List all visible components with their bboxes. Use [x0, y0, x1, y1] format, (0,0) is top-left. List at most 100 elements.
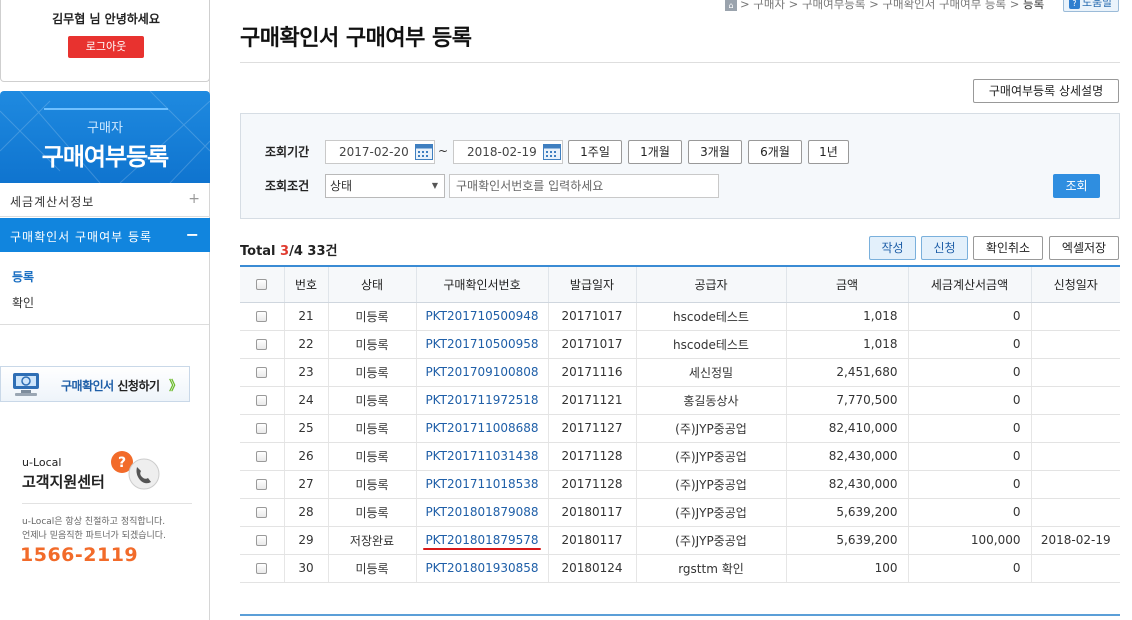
row-checkbox[interactable] — [240, 302, 285, 331]
excel-save-button[interactable]: 엑셀저장 — [1049, 236, 1119, 260]
apply-banner-text: 구매확인서 신청하기 — [61, 379, 160, 393]
cell-doc-number-link[interactable]: PKT201801930858 — [416, 554, 549, 583]
cell-doc-number-link[interactable]: PKT201801879088 — [416, 498, 549, 527]
condition-select[interactable]: 상태 ▼ — [325, 174, 445, 198]
period-6month-button[interactable]: 6개월 — [748, 140, 802, 164]
double-arrow-icon: 》 — [169, 379, 183, 394]
cell-doc-number-link[interactable]: PKT201711018538 — [416, 470, 549, 499]
divider — [22, 503, 192, 504]
collapse-icon[interactable]: − — [186, 225, 199, 244]
apply-button[interactable]: 신청 — [921, 236, 968, 260]
cell-no: 27 — [284, 470, 329, 499]
submenu-register[interactable]: 등록 — [12, 268, 34, 285]
row-checkbox[interactable] — [240, 414, 285, 443]
checkbox[interactable] — [256, 507, 268, 518]
checkbox[interactable] — [256, 311, 268, 322]
table-row[interactable]: 26 미등록 PKT201711031438 20171128 (주)JYP중공업 82,… — [240, 442, 1120, 471]
help-button[interactable]: ? 도움말 — [1063, 0, 1119, 12]
support-phone-number: 1566-2119 — [20, 544, 139, 566]
row-checkbox[interactable] — [240, 442, 285, 471]
chevron-down-icon: ▼ — [431, 181, 438, 190]
table-row[interactable]: 22 미등록 PKT201710500958 20171017 hscode테스트 1,0… — [240, 330, 1120, 359]
apply-purchase-confirm-banner[interactable]: 구매확인서 신청하기 》 — [0, 366, 190, 402]
table-row[interactable]: 30 미등록 PKT201801930858 20180124 rgsttm 확인 100… — [240, 554, 1120, 583]
cell-doc-number-link[interactable]: PKT201710500958 — [416, 330, 549, 359]
cell-supplier: (주)JYP중공업 — [636, 442, 787, 471]
row-checkbox[interactable] — [240, 554, 285, 583]
checkbox[interactable] — [256, 423, 268, 434]
checkbox[interactable] — [256, 279, 268, 291]
checkbox[interactable] — [256, 479, 268, 490]
cell-doc-number-link[interactable]: PKT201711972518 — [416, 386, 549, 415]
checkbox[interactable] — [256, 367, 268, 378]
cell-tax-amount: 0 — [908, 302, 1032, 331]
support-brand: u-Local — [22, 456, 62, 469]
row-checkbox[interactable] — [240, 330, 285, 359]
breadcrumb-path: > 구매자 > 구매여부등록 > 구매확인서 구매여부 등록 > — [740, 0, 1024, 11]
calendar-icon[interactable] — [415, 143, 433, 160]
table-row[interactable]: 23 미등록 PKT201709100808 20171116 세신정밀 2,451,68… — [240, 358, 1120, 387]
cell-tax-amount: 0 — [908, 330, 1032, 359]
login-box: 김무협 님 안녕하세요 로그아웃 — [0, 0, 210, 82]
expand-icon[interactable]: + — [188, 191, 200, 207]
home-icon[interactable]: ⌂ — [725, 0, 737, 11]
cell-status: 저장완료 — [328, 526, 417, 555]
table-row[interactable]: 24 미등록 PKT201711972518 20171121 홍길동상사 7,770,5… — [240, 386, 1120, 415]
cell-doc-number-link[interactable]: PKT201709100808 — [416, 358, 549, 387]
checkbox[interactable] — [256, 451, 268, 462]
sidebar-item-purchase-confirm[interactable]: 구매확인서 구매여부 등록 − — [0, 218, 210, 252]
search-button[interactable]: 조회 — [1053, 174, 1100, 198]
cell-status: 미등록 — [328, 358, 417, 387]
results-table: 번호 상태 구매확인서번호 발급일자 공급자 금액 세금계산서금액 신청일자 2… — [240, 265, 1120, 583]
logout-button[interactable]: 로그아웃 — [68, 36, 144, 58]
cell-apply-date — [1031, 470, 1120, 499]
cell-amount: 2,451,680 — [786, 358, 909, 387]
table-row[interactable]: 29 저장완료 PKT201801879578 20180117 (주)JYP중공업 5,… — [240, 526, 1120, 555]
row-checkbox[interactable] — [240, 526, 285, 555]
question-icon: ? — [1069, 0, 1080, 9]
sidebar-item-tax-invoice[interactable]: 세금계산서정보 + — [0, 185, 210, 217]
col-header-no: 번호 — [284, 265, 329, 303]
help-label: 도움말 — [1082, 0, 1113, 9]
submenu-confirm[interactable]: 확인 — [12, 294, 34, 311]
checkbox[interactable] — [256, 563, 268, 574]
col-header-apply-date: 신청일자 — [1031, 265, 1120, 303]
search-input[interactable]: 구매확인서번호를 입력하세요 — [449, 174, 719, 198]
table-header-row: 번호 상태 구매확인서번호 발급일자 공급자 금액 세금계산서금액 신청일자 — [240, 265, 1120, 303]
cell-status: 미등록 — [328, 442, 417, 471]
table-row[interactable]: 27 미등록 PKT201711018538 20171128 (주)JYP중공업 82,… — [240, 470, 1120, 499]
calendar-icon[interactable] — [543, 143, 561, 160]
cell-apply-date: 2018-02-19 — [1031, 526, 1120, 555]
cell-doc-number-link[interactable]: PKT201711031438 — [416, 442, 549, 471]
cell-supplier: (주)JYP중공업 — [636, 414, 787, 443]
cell-apply-date — [1031, 302, 1120, 331]
table-row[interactable]: 25 미등록 PKT201711008688 20171127 (주)JYP중공업 82,… — [240, 414, 1120, 443]
cell-amount: 7,770,500 — [786, 386, 909, 415]
table-row[interactable]: 28 미등록 PKT201801879088 20180117 (주)JYP중공업 5,6… — [240, 498, 1120, 527]
cell-apply-date — [1031, 498, 1120, 527]
row-checkbox[interactable] — [240, 470, 285, 499]
detail-description-button[interactable]: 구매여부등록 상세설명 — [973, 79, 1119, 103]
checkbox[interactable] — [256, 395, 268, 406]
row-checkbox[interactable] — [240, 386, 285, 415]
select-all-checkbox[interactable] — [240, 265, 285, 303]
row-checkbox[interactable] — [240, 358, 285, 387]
row-checkbox[interactable] — [240, 498, 285, 527]
checkbox[interactable] — [256, 339, 268, 350]
period-3month-button[interactable]: 3개월 — [688, 140, 742, 164]
write-button[interactable]: 작성 — [869, 236, 916, 260]
cell-no: 22 — [284, 330, 329, 359]
period-1week-button[interactable]: 1주일 — [568, 140, 622, 164]
cell-doc-number-link[interactable]: PKT201711008688 — [416, 414, 549, 443]
period-1month-button[interactable]: 1개월 — [628, 140, 682, 164]
total-rest: /4 33건 — [289, 244, 338, 259]
cell-status: 미등록 — [328, 414, 417, 443]
cell-apply-date — [1031, 358, 1120, 387]
cancel-confirm-button[interactable]: 확인취소 — [973, 236, 1043, 260]
cell-apply-date — [1031, 554, 1120, 583]
cell-doc-number-link[interactable]: PKT201710500948 — [416, 302, 549, 331]
cell-no: 28 — [284, 498, 329, 527]
checkbox[interactable] — [256, 535, 268, 546]
table-row[interactable]: 21 미등록 PKT201710500948 20171017 hscode테스트 1,0… — [240, 302, 1120, 331]
period-1year-button[interactable]: 1년 — [808, 140, 849, 164]
